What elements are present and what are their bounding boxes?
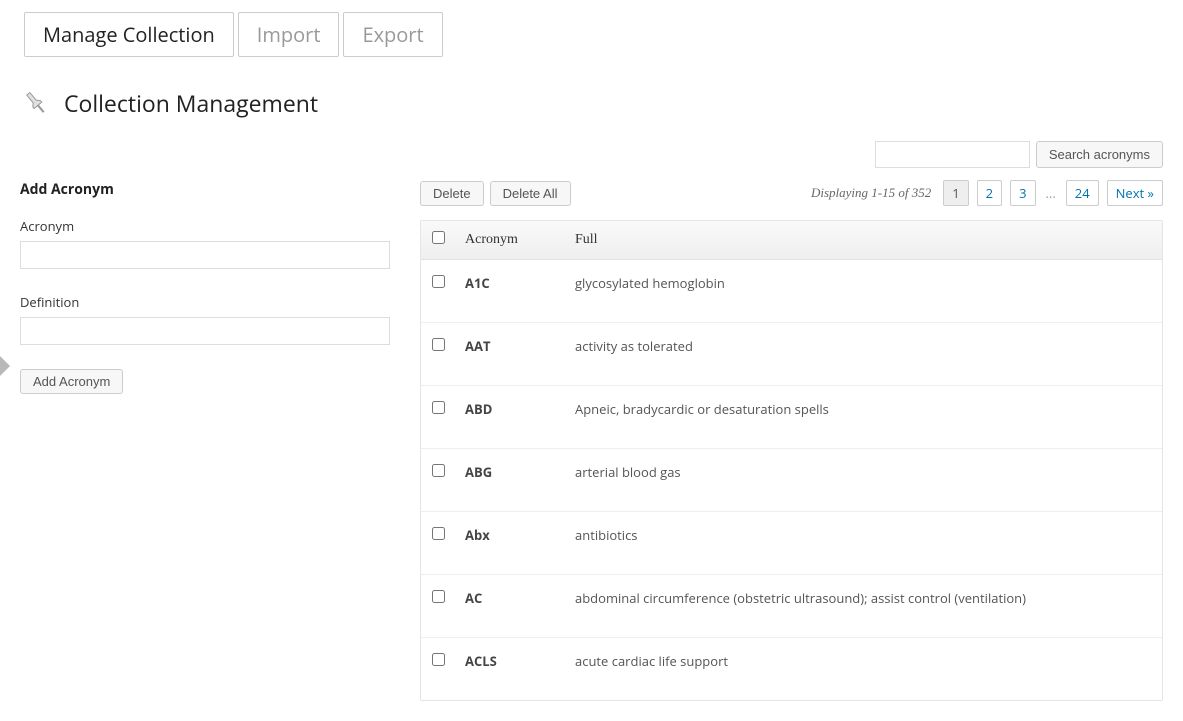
row-acronym[interactable]: A1C [455, 260, 565, 323]
tab-export[interactable]: Export [343, 12, 442, 57]
row-checkbox[interactable] [432, 338, 445, 351]
row-full: arterial blood gas [565, 449, 1162, 512]
table-row: ABGarterial blood gas [421, 449, 1162, 512]
delete-all-button[interactable]: Delete All [490, 181, 571, 206]
row-full: antibiotics [565, 512, 1162, 575]
acronym-label: Acronym [20, 217, 390, 235]
table-row: A1Cglycosylated hemoglobin [421, 260, 1162, 323]
tab-manage-collection[interactable]: Manage Collection [24, 12, 234, 57]
row-full: glycosylated hemoglobin [565, 260, 1162, 323]
side-caret-icon [0, 356, 10, 376]
search-button[interactable]: Search acronyms [1036, 141, 1163, 168]
row-checkbox[interactable] [432, 401, 445, 414]
add-acronym-heading: Add Acronym [20, 180, 390, 199]
row-full: acute cardiac life support [565, 638, 1162, 700]
tab-import[interactable]: Import [238, 12, 340, 57]
page-dots: ... [1044, 184, 1058, 202]
table-row: Abxantibiotics [421, 512, 1162, 575]
row-acronym[interactable]: ACLS [455, 638, 565, 700]
displaying-text: Displaying 1-15 of 352 [811, 185, 931, 201]
row-acronym[interactable]: ABG [455, 449, 565, 512]
row-full: activity as tolerated [565, 323, 1162, 386]
row-acronym[interactable]: Abx [455, 512, 565, 575]
row-checkbox[interactable] [432, 275, 445, 288]
row-acronym[interactable]: ABD [455, 386, 565, 449]
page-3[interactable]: 3 [1010, 180, 1035, 206]
row-checkbox[interactable] [432, 527, 445, 540]
col-acronym[interactable]: Acronym [455, 221, 565, 260]
table-row: AATactivity as tolerated [421, 323, 1162, 386]
row-checkbox[interactable] [432, 590, 445, 603]
acronyms-table: Acronym Full A1Cglycosylated hemoglobinA… [420, 220, 1163, 701]
row-checkbox[interactable] [432, 653, 445, 666]
definition-label: Definition [20, 293, 390, 311]
definition-input[interactable] [20, 317, 390, 345]
row-acronym[interactable]: AC [455, 575, 565, 638]
delete-button[interactable]: Delete [420, 181, 484, 206]
page-1[interactable]: 1 [943, 180, 968, 206]
page-last[interactable]: 24 [1066, 180, 1099, 206]
table-row: ABDApneic, bradycardic or desaturation s… [421, 386, 1162, 449]
page-title: Collection Management [64, 87, 318, 119]
search-input[interactable] [875, 141, 1030, 168]
pushpin-icon [20, 87, 52, 119]
row-checkbox[interactable] [432, 464, 445, 477]
row-full: abdominal circumference (obstetric ultra… [565, 575, 1162, 638]
tabs: Manage Collection Import Export [24, 0, 1163, 57]
add-acronym-form: Add Acronym Acronym Definition Add Acron… [20, 180, 390, 394]
add-acronym-button[interactable]: Add Acronym [20, 369, 123, 394]
table-row: ACLSacute cardiac life support [421, 638, 1162, 700]
row-full: Apneic, bradycardic or desaturation spel… [565, 386, 1162, 449]
acronym-input[interactable] [20, 241, 390, 269]
row-acronym[interactable]: AAT [455, 323, 565, 386]
select-all-checkbox[interactable] [432, 231, 445, 244]
page-next[interactable]: Next » [1107, 180, 1163, 206]
col-full[interactable]: Full [565, 221, 1162, 260]
page-2[interactable]: 2 [977, 180, 1002, 206]
table-header-row: Acronym Full [421, 221, 1162, 260]
pagination: Displaying 1-15 of 352 1 2 3 ... 24 Next… [811, 180, 1163, 206]
table-row: ACabdominal circumference (obstetric ult… [421, 575, 1162, 638]
